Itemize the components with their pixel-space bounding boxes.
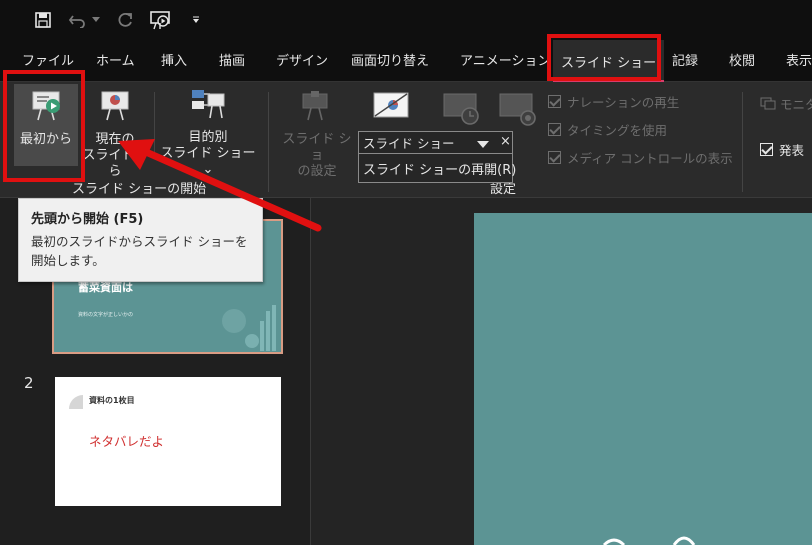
slide-number-2: 2 xyxy=(24,374,34,392)
monitor-selector[interactable]: モニタ xyxy=(760,94,812,113)
narration-label: ナレーションの再生 xyxy=(567,95,680,110)
record-slideshow-icon xyxy=(499,93,536,126)
tab-review[interactable]: 校閲 xyxy=(729,50,755,69)
slide-1-subtitle: 資料の文字が正しいかの xyxy=(78,312,134,318)
custom-show-icon xyxy=(192,90,225,119)
save-button[interactable] xyxy=(32,8,54,32)
presenter-view-checkbox[interactable]: 発表 xyxy=(760,140,804,159)
checkbox-icon xyxy=(548,151,561,164)
tab-animations[interactable]: アニメーション xyxy=(460,50,550,69)
group-label-start: スライド ショーの開始 xyxy=(72,182,207,197)
popup-header: スライド ショー × xyxy=(359,132,512,154)
tab-record[interactable]: 記録 xyxy=(672,50,698,69)
from-current-slide-button[interactable]: 現在の スライドから xyxy=(80,90,150,180)
hide-slide-button[interactable] xyxy=(372,92,410,118)
rehearse-timings-icon xyxy=(443,93,479,125)
narration-checkbox[interactable]: ナレーションの再生 xyxy=(548,92,679,111)
presenter-view-label: 発表 xyxy=(779,143,805,158)
play-from-current-icon xyxy=(101,91,129,121)
slide-2-header: 資料の1枚目 xyxy=(89,396,135,405)
slideshow-popup: スライド ショー × スライド ショーの再開(R) xyxy=(358,131,516,183)
chevron-down-icon xyxy=(92,17,100,22)
setup-label-1: スライド ショ xyxy=(282,132,352,163)
popup-close-button[interactable]: × xyxy=(500,134,511,149)
monitor-label: モニタ xyxy=(780,97,812,112)
undo-button[interactable] xyxy=(66,8,88,32)
ribbon-separator xyxy=(742,92,743,192)
tab-transitions[interactable]: 画面切り替え xyxy=(351,50,429,69)
tab-insert[interactable]: 挿入 xyxy=(161,50,187,69)
monitor-icon xyxy=(760,97,776,109)
save-icon xyxy=(35,12,51,28)
custom-slideshow-button[interactable]: 目的別 スライド ショー ⌄ xyxy=(160,88,256,178)
slide-2-decor xyxy=(69,395,83,409)
checkbox-icon xyxy=(548,95,561,108)
dropdown-arrow-icon xyxy=(193,16,199,23)
chevron-down-icon: ⌄ xyxy=(202,162,214,177)
customize-qat-button[interactable] xyxy=(190,8,202,32)
slide-canvas-decor xyxy=(602,536,696,545)
dropdown-arrow-icon xyxy=(477,141,489,148)
slide-2-body: ネタバレだよ xyxy=(89,434,165,449)
custom-show-label-2: スライド ショー ⌄ xyxy=(160,146,256,177)
timing-label: タイミングを使用 xyxy=(567,123,668,138)
ribbon-separator xyxy=(268,92,269,192)
slide-thumbnail-2[interactable]: 資料の1枚目 ネタバレだよ xyxy=(55,377,281,506)
tab-design[interactable]: デザイン xyxy=(276,50,328,69)
media-controls-label: メディア コントロールの表示 xyxy=(567,151,733,166)
highlight-box-from-beginning xyxy=(3,70,85,182)
from-current-label-2: スライドから xyxy=(82,148,148,179)
tab-draw[interactable]: 描画 xyxy=(219,50,245,69)
record-button[interactable] xyxy=(496,92,540,126)
custom-show-label-1: 目的別 xyxy=(188,130,228,145)
current-slide-canvas[interactable] xyxy=(474,213,812,545)
tab-file[interactable]: ファイル xyxy=(22,50,74,69)
highlight-box-slideshow-tab xyxy=(547,34,661,81)
from-beginning-tooltip: 先頭から開始 (F5) 最初のスライドからスライド ショーを開始します。 xyxy=(18,198,263,282)
resume-slideshow-item[interactable]: スライド ショーの再開(R) xyxy=(359,154,516,178)
hide-slide-icon xyxy=(373,92,409,118)
tab-view[interactable]: 表示 xyxy=(786,50,812,69)
start-slideshow-qat-button[interactable] xyxy=(148,8,172,32)
present-icon xyxy=(150,11,170,30)
use-timings-checkbox[interactable]: タイミングを使用 xyxy=(548,120,667,139)
ribbon-separator xyxy=(154,92,155,154)
setup-slideshow-button[interactable]: スライド ショ の設定 xyxy=(278,90,356,180)
title-bar xyxy=(0,0,812,40)
undo-dropdown[interactable] xyxy=(90,8,102,32)
media-controls-checkbox[interactable]: メディア コントロールの表示 xyxy=(548,148,733,167)
tooltip-body: 最初のスライドからスライド ショーを開始します。 xyxy=(31,234,248,268)
popup-title: スライド ショー xyxy=(363,136,455,151)
ribbon-tabs: ファイル ホーム 挿入 描画 デザイン 画面切り替え アニメーション スライド … xyxy=(0,40,812,82)
undo-icon xyxy=(68,15,85,28)
redo-button[interactable] xyxy=(114,8,136,32)
from-current-label-1: 現在の xyxy=(95,132,135,147)
rehearse-timings-button[interactable] xyxy=(440,92,484,126)
checkbox-icon xyxy=(548,123,561,136)
tooltip-title: 先頭から開始 (F5) xyxy=(31,212,144,227)
popup-dropdown-button[interactable] xyxy=(477,137,489,152)
setup-label-2: の設定 xyxy=(297,164,337,179)
checkbox-icon xyxy=(760,143,773,156)
redo-icon xyxy=(118,12,132,27)
tab-home[interactable]: ホーム xyxy=(96,50,135,69)
setup-show-icon xyxy=(302,91,328,121)
